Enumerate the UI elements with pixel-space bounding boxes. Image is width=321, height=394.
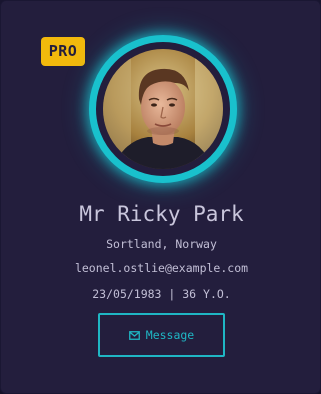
avatar-ring (89, 35, 237, 183)
profile-name: Mr Ricky Park (79, 202, 244, 226)
profile-location: Sortland, Norway (106, 237, 217, 251)
message-button[interactable]: Message (98, 313, 225, 357)
envelope-icon (128, 330, 140, 340)
profile-email: leonel.ostlie@example.com (74, 261, 249, 275)
pro-badge: PRO (41, 37, 85, 66)
profile-dob-age: 23/05/1983 | 36 Y.O. (92, 287, 231, 301)
profile-card: PRO Mr Ricky Park Sortland, Norway leone… (0, 0, 321, 394)
avatar (103, 49, 223, 169)
message-button-label: Message (145, 328, 195, 342)
avatar-photo (103, 49, 223, 169)
